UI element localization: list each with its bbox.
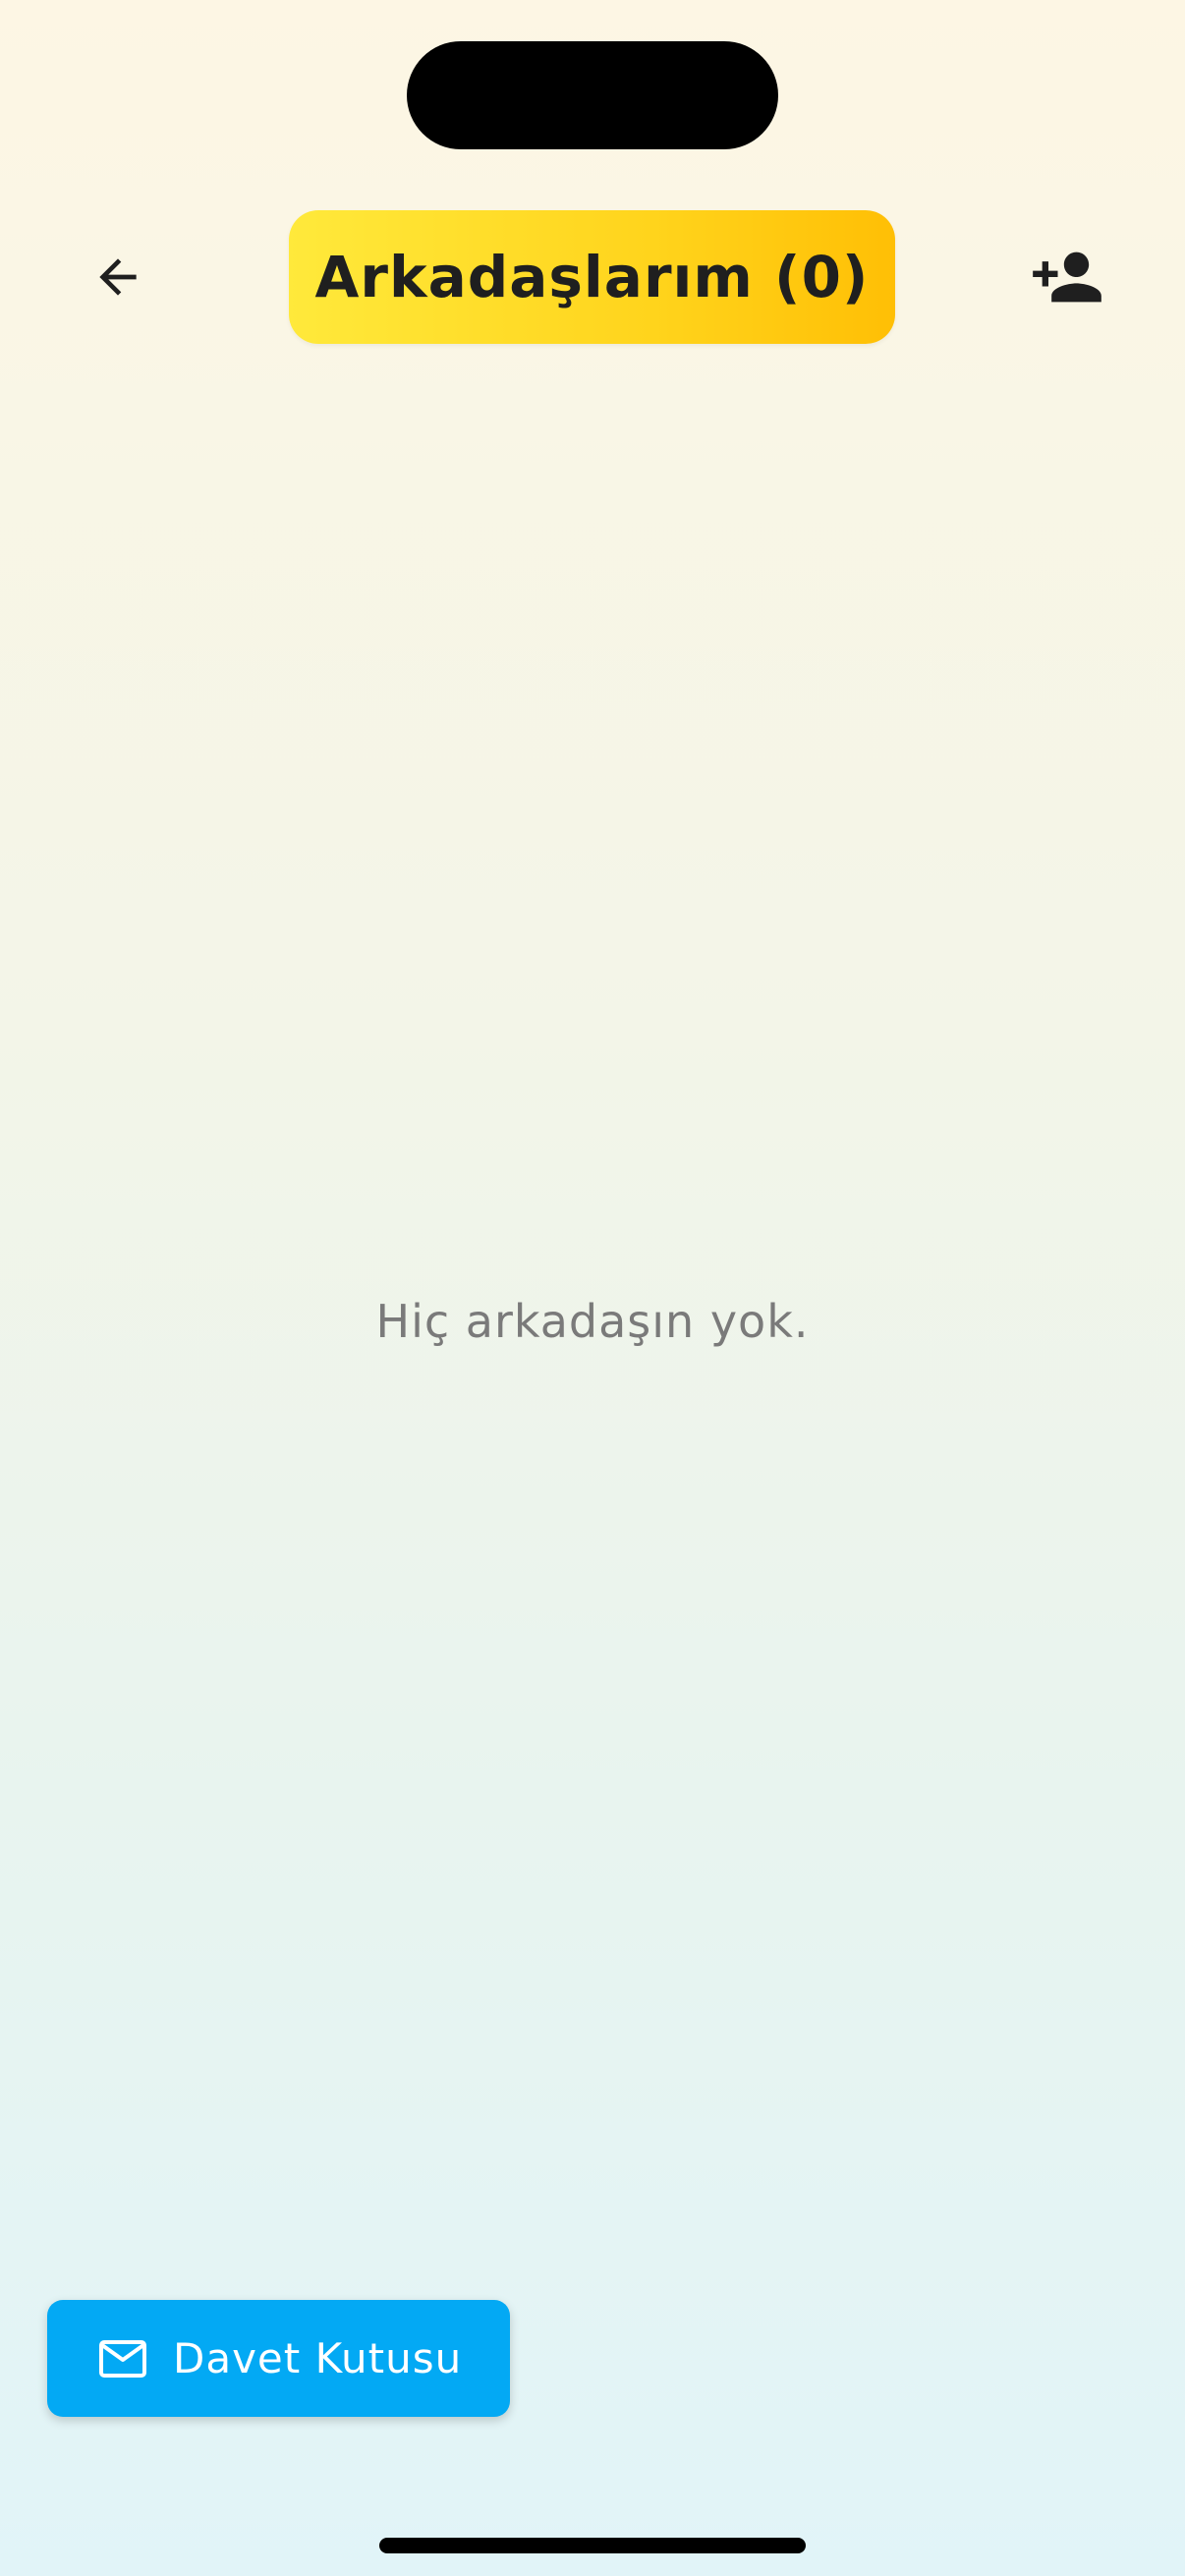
person-add-icon	[1033, 252, 1101, 303]
add-friend-button[interactable]	[1018, 228, 1116, 326]
home-indicator[interactable]	[379, 2538, 806, 2553]
dynamic-island	[407, 41, 778, 149]
arrow-left-icon	[99, 258, 137, 296]
invite-box-button[interactable]: Davet Kutusu	[47, 2300, 510, 2417]
mail-icon	[98, 2339, 147, 2379]
back-button[interactable]	[69, 228, 167, 326]
page-title: Arkadaşlarım (0)	[314, 244, 870, 310]
invite-box-label: Davet Kutusu	[173, 2334, 463, 2382]
page-title-pill: Arkadaşlarım (0)	[289, 210, 895, 344]
empty-state-message: Hiç arkadaşın yok.	[375, 1295, 810, 1348]
